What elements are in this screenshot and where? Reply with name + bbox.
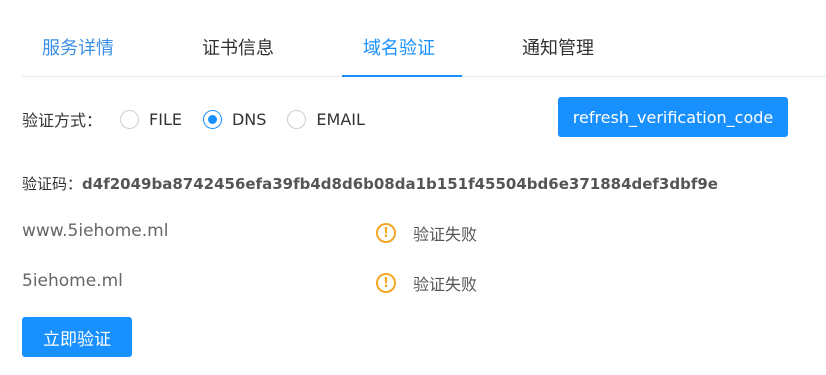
status-text: 验证失败 — [413, 225, 478, 244]
radio-file-label: FILE — [149, 109, 182, 129]
tab-domain-verification[interactable]: 域名验证 — [363, 34, 435, 60]
verification-code-label: 验证码： — [22, 175, 83, 193]
domain-name: www.5iehome.ml — [22, 221, 169, 241]
radio-circle[interactable] — [202, 109, 222, 129]
verification-code-value: d4f2049ba8742456efa39fb4d8d6b08da1b151f4… — [82, 175, 718, 193]
radio-dns-label: DNS — [231, 109, 267, 129]
domain-row: www.5iehome.ml ! 验证失败 — [22, 221, 722, 245]
status-text: 验证失败 — [413, 275, 478, 294]
tab-service-details[interactable]: 服务详情 — [42, 34, 114, 60]
warning-icon: ! — [376, 273, 396, 293]
active-tab-indicator — [342, 75, 462, 77]
radio-file[interactable]: FILE — [120, 109, 182, 129]
domain-row: 5iehome.ml ! 验证失败 — [22, 271, 722, 295]
radio-email-label: EMAIL — [316, 109, 365, 129]
tab-certificate-info[interactable]: 证书信息 — [202, 34, 274, 60]
refresh-verification-code-button[interactable]: refresh_verification_code — [558, 97, 788, 137]
radio-dns[interactable]: DNS — [202, 109, 267, 129]
verify-now-button[interactable]: 立即验证 — [22, 317, 132, 357]
verification-method-row: 验证方式： FILE DNS EMAIL — [22, 107, 386, 131]
radio-email[interactable]: EMAIL — [287, 109, 365, 129]
verification-code-row: 验证码：d4f2049ba8742456efa39fb4d8d6b08da1b1… — [22, 173, 718, 194]
radio-circle[interactable] — [287, 109, 307, 129]
verification-status: ! 验证失败 — [376, 271, 477, 295]
tab-bar: 服务详情 证书信息 域名验证 通知管理 — [22, 0, 826, 77]
radio-circle[interactable] — [120, 109, 140, 129]
warning-icon: ! — [376, 223, 396, 243]
tab-notification-management[interactable]: 通知管理 — [522, 34, 594, 60]
verification-status: ! 验证失败 — [376, 221, 477, 245]
verification-method-label: 验证方式： — [22, 111, 103, 130]
domain-name: 5iehome.ml — [22, 271, 123, 291]
